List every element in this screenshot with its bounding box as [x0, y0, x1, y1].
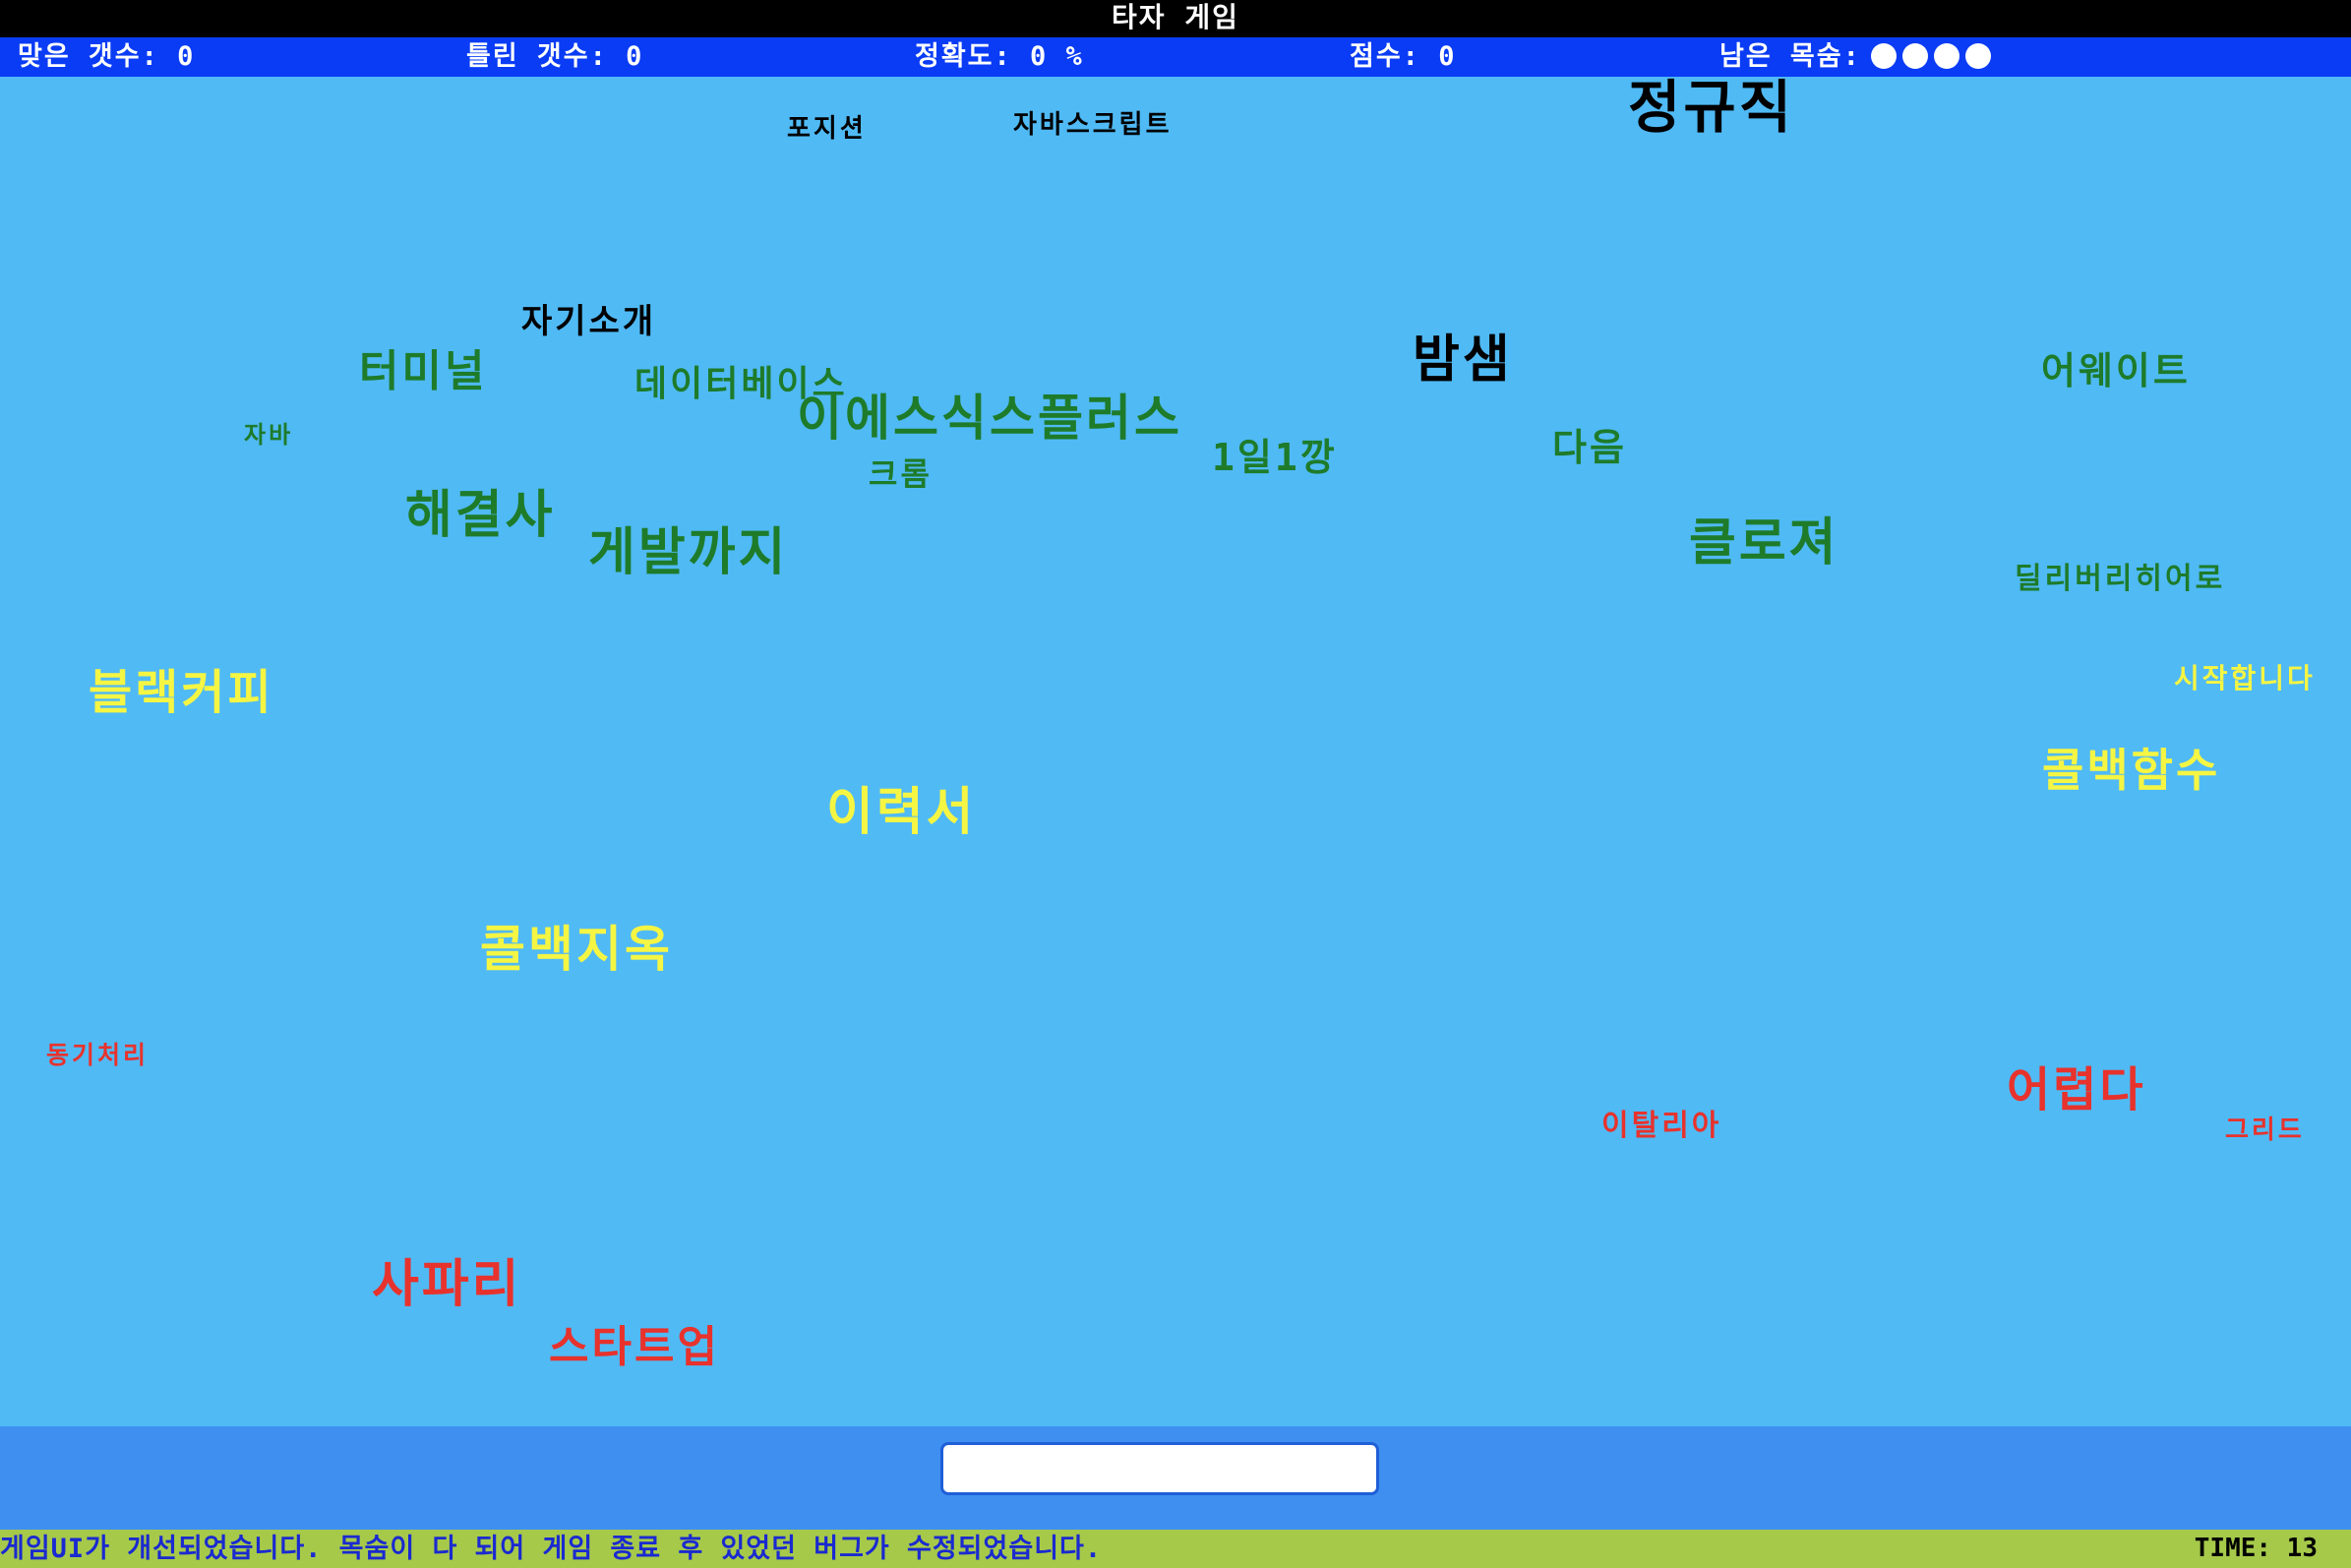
- falling-word: 이력서: [826, 783, 977, 842]
- lives: 남은 목숨:: [1719, 37, 1997, 78]
- life-icon: [1901, 43, 1928, 69]
- falling-word: 콜백지옥: [480, 921, 673, 978]
- falling-word: 사파리: [372, 1255, 522, 1314]
- status-bar: 맞은 갯수: 0 틀린 갯수: 0 정확도: 0 % 점수: 0 남은 목숨:: [0, 37, 2351, 77]
- falling-word: 딜리버리히어로: [2015, 562, 2226, 596]
- falling-word: 어렵다: [2007, 1062, 2146, 1117]
- lives-label: 남은 목숨:: [1719, 41, 1861, 72]
- falling-word: 포지션: [787, 114, 867, 144]
- falling-word: 동기처리: [46, 1041, 150, 1069]
- game-title-bar: 타자 게임: [0, 0, 2351, 37]
- update-notice: 게임UI가 개선되었습니다. 목숨이 다 되어 게임 종료 후 있었던 버그가 …: [0, 1534, 1103, 1564]
- falling-word: 블랙커피: [89, 665, 274, 720]
- wrong-count: 틀린 갯수: 0: [466, 41, 644, 72]
- play-field: 정규직 포지션 자바스크립트 자기소개 밤샘 터미널 데이터베이스 이에스식스플…: [0, 77, 2351, 1426]
- input-panel: [0, 1426, 2351, 1530]
- game-title: 타자 게임: [1112, 1, 1239, 33]
- falling-word: 스타트업: [549, 1322, 720, 1372]
- falling-word: 이탈리아: [1601, 1109, 1722, 1143]
- falling-word: 이에스식스플러스: [797, 390, 1182, 447]
- falling-word: 밤샘: [1413, 331, 1513, 390]
- falling-word: 게발까지: [588, 523, 789, 582]
- life-icon: [1933, 43, 1959, 69]
- falling-word: 크롬: [869, 455, 933, 493]
- falling-word: 자바스크립트: [1013, 110, 1173, 140]
- falling-word: 자바: [244, 421, 294, 449]
- falling-word: 어웨이트: [2041, 349, 2191, 392]
- score: 점수: 0: [1350, 41, 1457, 72]
- accuracy: 정확도: 0 %: [915, 41, 1084, 72]
- falling-word: 시작합니다: [2174, 662, 2316, 694]
- correct-count: 맞은 갯수: 0: [18, 41, 196, 72]
- life-icon: [1964, 43, 1991, 69]
- lives-indicator: [1870, 38, 1997, 78]
- falling-word: 클로져: [1689, 513, 1839, 573]
- falling-word: 자기소개: [521, 302, 657, 341]
- falling-word: 그리드: [2225, 1116, 2305, 1145]
- falling-word: 터미널: [359, 346, 488, 396]
- falling-word: 해결사: [405, 486, 556, 545]
- falling-word: 콜백함수: [2042, 744, 2221, 797]
- typing-input[interactable]: [940, 1442, 1379, 1495]
- falling-word: 1일1깡: [1212, 436, 1338, 479]
- notice-bar: 게임UI가 개선되었습니다. 목숨이 다 되어 게임 종료 후 있었던 버그가 …: [0, 1530, 2351, 1568]
- life-icon: [1870, 43, 1897, 69]
- timer: TIME: 13: [2194, 1534, 2318, 1563]
- falling-word: 정규직: [1628, 74, 1795, 141]
- falling-word: 다음: [1552, 426, 1627, 469]
